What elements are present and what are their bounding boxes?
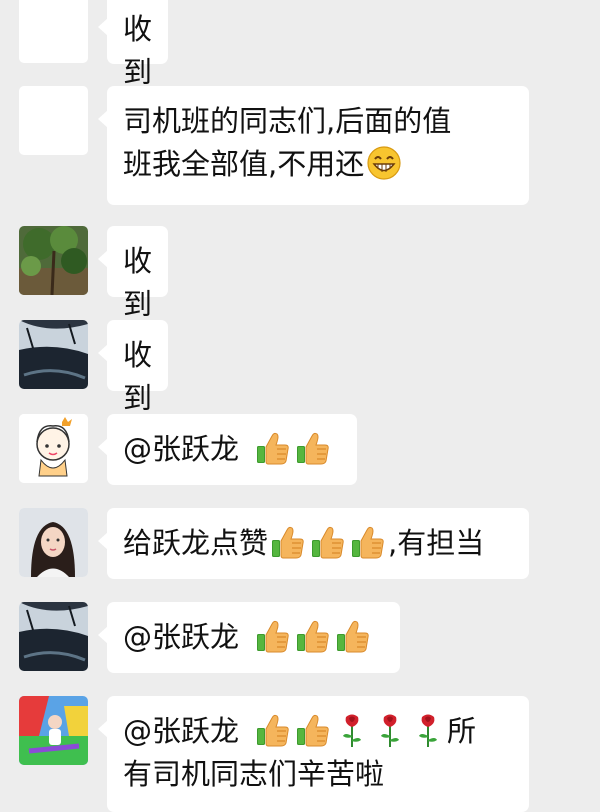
avatar[interactable] [19, 0, 88, 63]
thumbs-up-emoji [255, 430, 291, 466]
avatar[interactable] [19, 696, 88, 765]
message-text: 收到 [123, 338, 153, 415]
message-text-line-1: 司机班的同志们,后面的值 [123, 104, 452, 138]
avatar[interactable] [19, 320, 88, 389]
mention-text[interactable]: @张跃龙 [123, 432, 239, 466]
avatar[interactable] [19, 602, 88, 671]
avatar[interactable] [19, 86, 88, 155]
message-bubble[interactable]: @张跃龙 [98, 602, 400, 673]
thumbs-up-emoji [270, 524, 306, 560]
dark-landscape-avatar-image [19, 602, 88, 671]
tree-avatar-image [19, 226, 88, 295]
grinning-face-emoji [366, 145, 402, 181]
mention-text[interactable]: @张跃龙 [123, 620, 239, 654]
dark-landscape-avatar-image [19, 320, 88, 389]
message-text: 给跃龙点赞 [123, 526, 269, 560]
thumbs-up-emoji [310, 524, 346, 560]
message-bubble[interactable]: 司机班的同志们,后面的值 班我全部值,不用还 [98, 86, 529, 205]
thumbs-up-emoji [295, 618, 331, 654]
message-text-line-1: @张跃龙 所 [123, 710, 513, 753]
rose-emoji [339, 712, 365, 748]
thumbs-up-emoji [255, 618, 291, 654]
avatar[interactable] [19, 226, 88, 295]
rose-emoji [415, 712, 441, 748]
thumbs-up-emoji [335, 618, 371, 654]
cartoon-girl-avatar-image [19, 414, 88, 483]
message-text-line-2: 班我全部值,不用还 [123, 143, 513, 186]
avatar[interactable] [19, 508, 88, 577]
message-bubble[interactable]: 收到 [97, 0, 169, 89]
thumbs-up-emoji [295, 430, 331, 466]
message-text: ,有担当 [388, 526, 485, 560]
message-bubble[interactable]: 收到 [97, 226, 169, 321]
rose-emoji [377, 712, 403, 748]
child-playground-avatar-image [19, 696, 88, 765]
message-text-line-2: 有司机同志们辛苦啦 [123, 757, 385, 791]
mention-text[interactable]: @张跃龙 [123, 714, 239, 748]
thumbs-up-emoji [350, 524, 386, 560]
message-bubble[interactable]: @张跃龙 [98, 414, 357, 485]
woman-portrait-avatar-image [19, 508, 88, 577]
message-bubble[interactable]: 收到 [97, 320, 169, 415]
message-bubble[interactable]: @张跃龙 所 有司机同志们辛苦啦 [98, 696, 529, 812]
message-text: 所 [447, 714, 477, 748]
message-bubble[interactable]: 给跃龙点赞 ,有担当 [98, 508, 529, 579]
message-text: 收到 [123, 12, 153, 89]
thumbs-up-emoji [255, 712, 291, 748]
thumbs-up-emoji [295, 712, 331, 748]
message-text: 收到 [123, 244, 153, 321]
avatar[interactable] [19, 414, 88, 483]
